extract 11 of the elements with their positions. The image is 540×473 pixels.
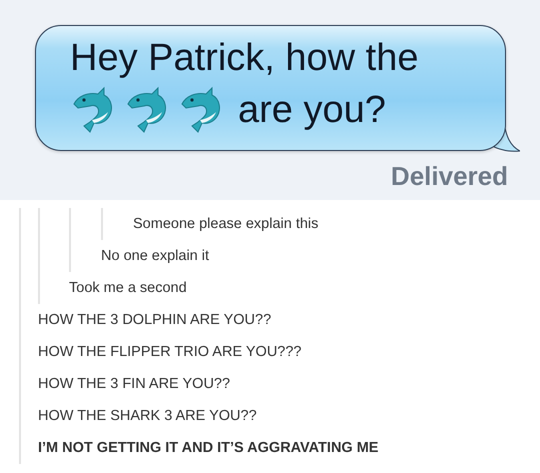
comment-text: HOW THE FLIPPER TRIO ARE YOU??? xyxy=(38,343,302,362)
comment-text: HOW THE SHARK 3 ARE YOU?? xyxy=(38,407,258,426)
message-text: are you? xyxy=(238,88,386,133)
comment-text: Someone please explain this xyxy=(133,215,320,234)
comment-text: HOW THE 3 DOLPHIN ARE YOU?? xyxy=(38,311,272,330)
delivery-status: Delivered xyxy=(390,161,508,192)
comment-text: I’M NOT GETTING IT AND IT’S AGGRAVATING ME xyxy=(38,439,380,458)
comment-text: Took me a second xyxy=(69,279,188,298)
comment-text: HOW THE 3 FIN ARE YOU?? xyxy=(38,375,232,394)
message-text: Hey Patrick, how the xyxy=(70,36,420,81)
comment-text: No one explain it xyxy=(101,247,210,266)
